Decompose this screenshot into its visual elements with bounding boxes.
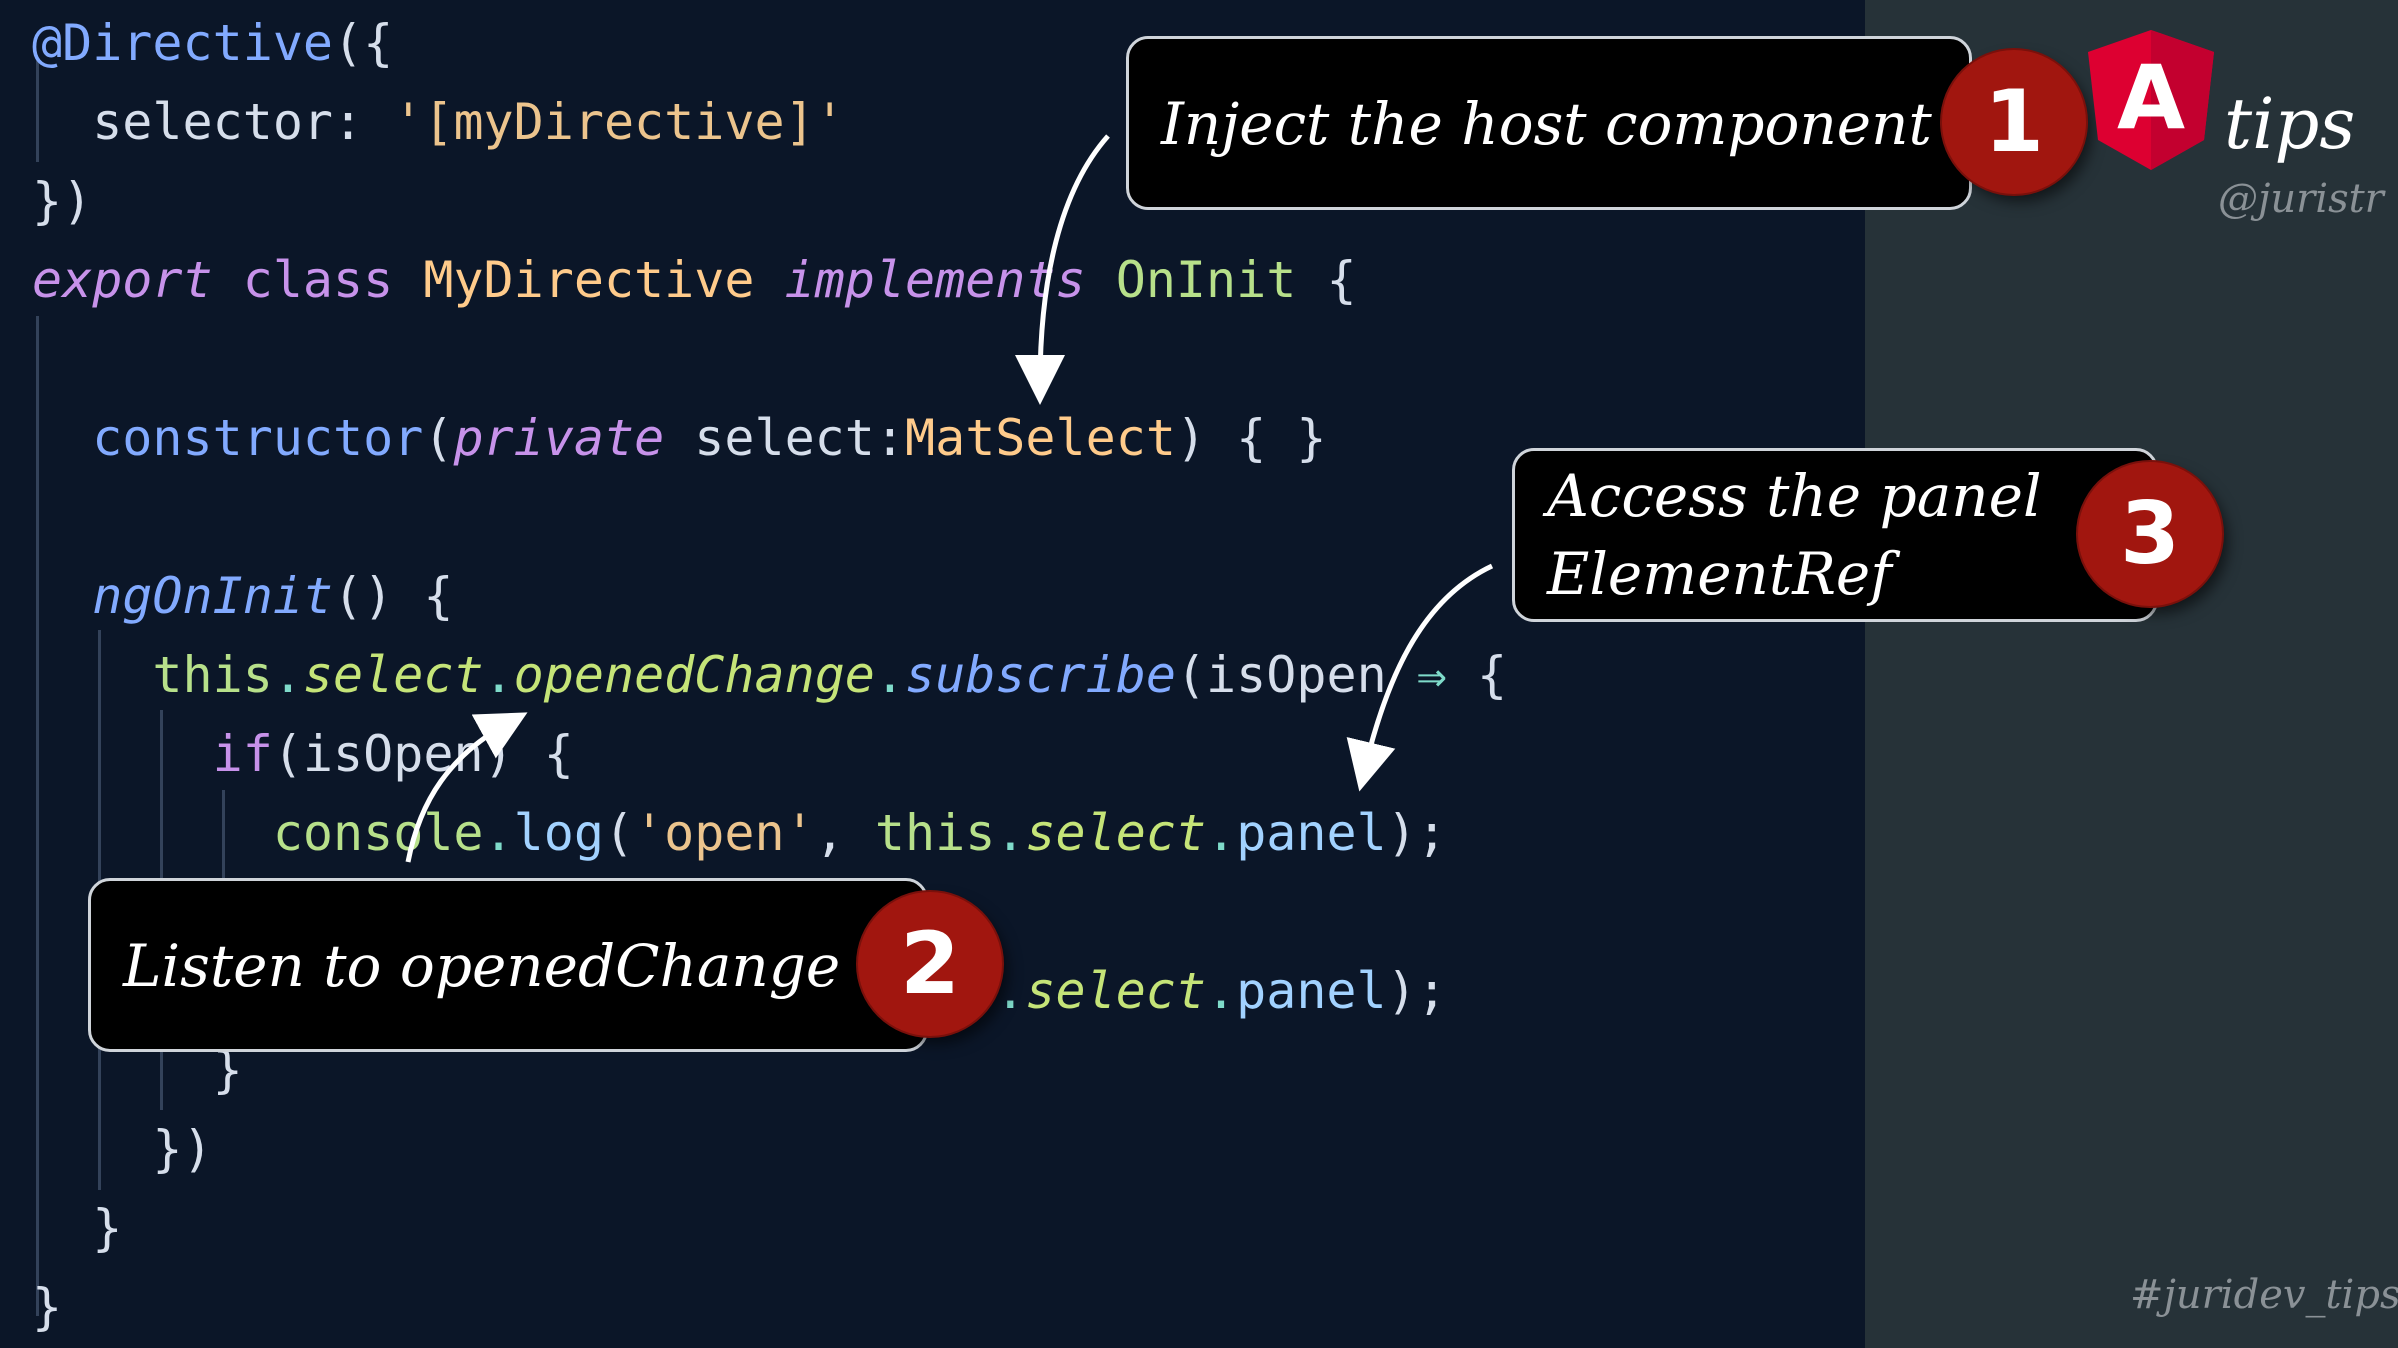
callout-inject-host-text: Inject the host component xyxy=(1161,90,1932,158)
callout-listen-openedchange: Listen to openedChange xyxy=(88,878,928,1052)
step-badge-1: 1 xyxy=(1942,50,2086,194)
author-handle: @juristr xyxy=(2218,176,2384,222)
callout-inject-host: Inject the host component xyxy=(1126,36,1972,210)
arrow-to-panel xyxy=(1346,563,1494,792)
slide: @Directive({ selector: '[myDirective]'})… xyxy=(0,0,2398,1348)
arrow-to-openedchange xyxy=(405,712,528,863)
step-badge-3: 3 xyxy=(2078,462,2222,606)
angular-logo: A xyxy=(2088,30,2214,170)
callout-access-panel: Access the panel ElementRef xyxy=(1512,448,2158,622)
arrow-to-constructor xyxy=(1015,134,1110,405)
callout-access-panel-line2: ElementRef xyxy=(1547,540,1892,608)
callout-access-panel-line1: Access the panel xyxy=(1547,462,2042,530)
brand-tips: tips xyxy=(2224,83,2356,165)
hashtag: #juridev_tips xyxy=(2130,1272,2398,1318)
step-badge-2: 2 xyxy=(858,892,1002,1036)
angular-logo-letter: A xyxy=(2117,46,2185,149)
callout-listen-openedchange-text: Listen to openedChange xyxy=(123,932,841,1000)
